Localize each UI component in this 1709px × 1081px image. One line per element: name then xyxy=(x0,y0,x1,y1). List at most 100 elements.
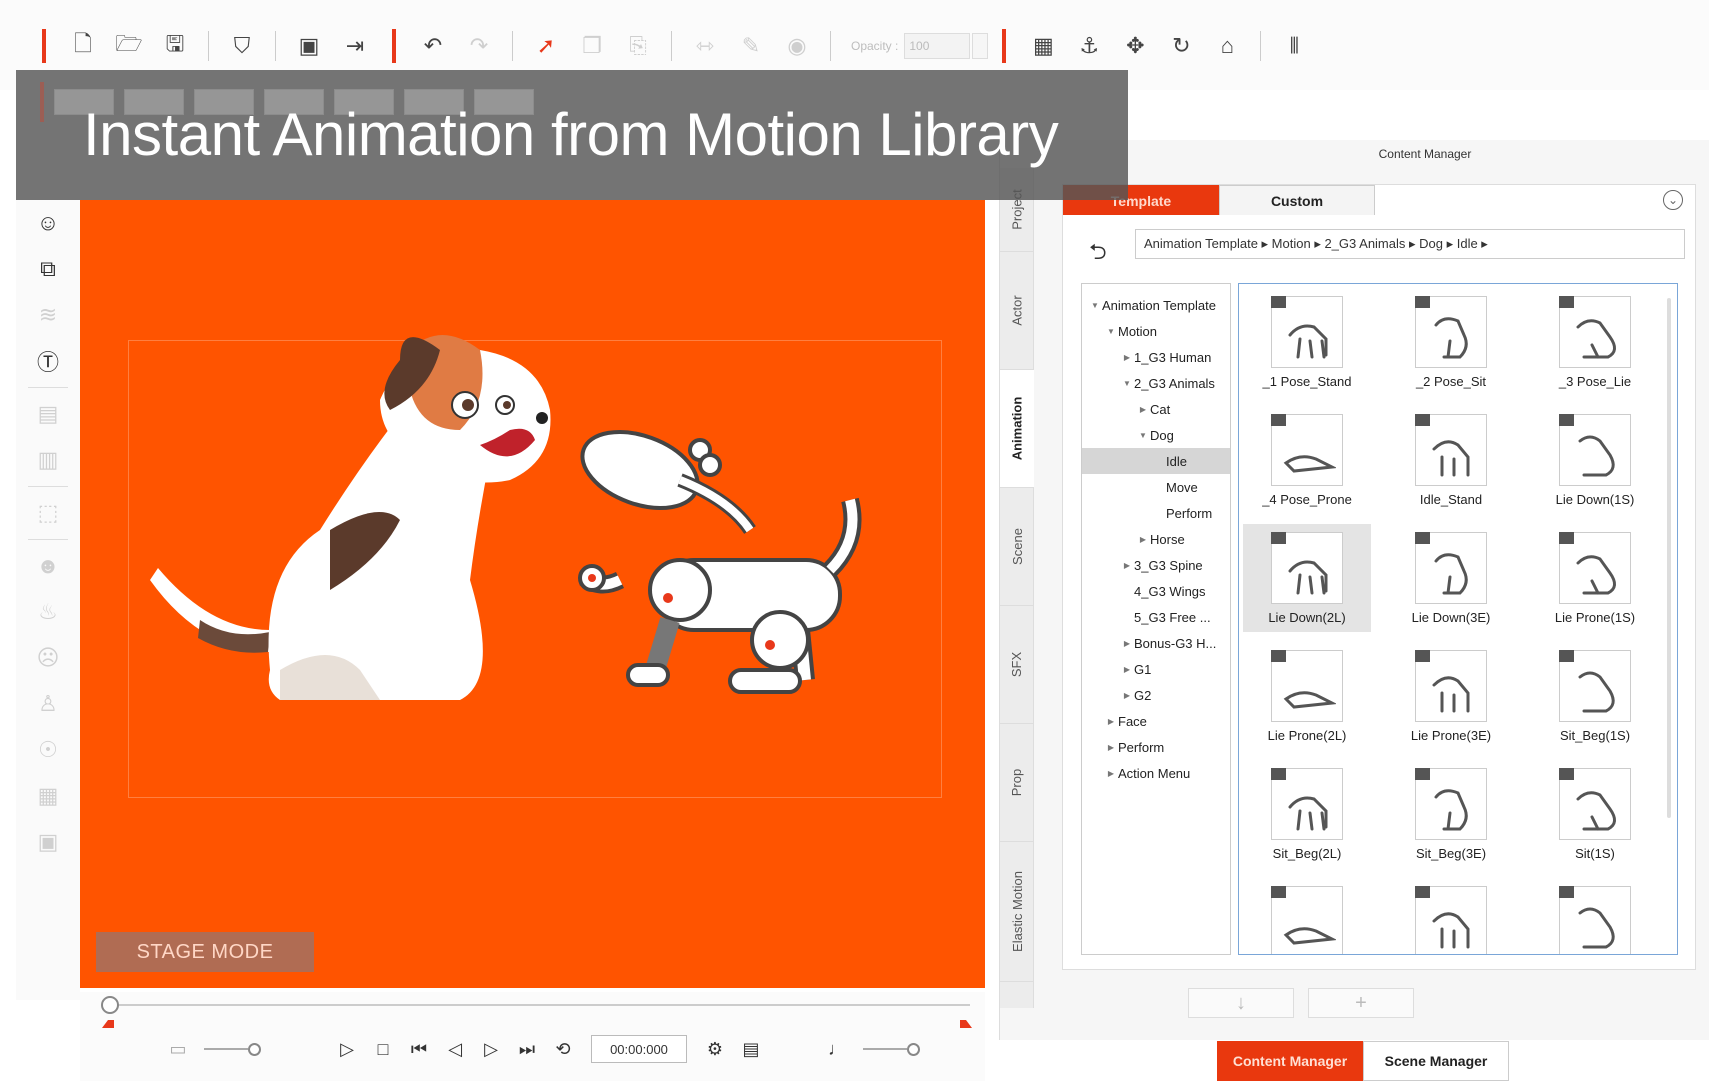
stage-mode-badge[interactable]: STAGE MODE xyxy=(96,932,314,972)
grid-icon[interactable]: ▤ xyxy=(16,391,80,437)
redo-icon[interactable]: ↷ xyxy=(463,30,495,62)
select-arrow-icon[interactable]: ➚ xyxy=(530,30,562,62)
motion-item[interactable] xyxy=(1387,878,1515,954)
next-frame-icon[interactable]: ▷ xyxy=(476,1034,506,1064)
motion-item[interactable]: Lie Prone(2L) xyxy=(1243,642,1371,750)
face-icon[interactable]: ☹ xyxy=(16,635,80,681)
visibility-icon[interactable]: ◉ xyxy=(781,30,813,62)
layers-icon[interactable]: ▣ xyxy=(16,819,80,865)
expand-closed-icon[interactable]: ▶ xyxy=(1104,769,1118,778)
motion-item[interactable]: _4 Pose_Prone xyxy=(1243,406,1371,514)
tree-item[interactable]: ▶ Cat xyxy=(1082,396,1230,422)
text-icon[interactable]: Ⓣ xyxy=(16,338,80,384)
expand-open-icon[interactable]: ▼ xyxy=(1104,327,1118,336)
cartoon-dog[interactable] xyxy=(150,335,551,700)
range-end-marker[interactable] xyxy=(960,1020,972,1028)
tree-item[interactable]: ▶ Action Menu xyxy=(1082,760,1230,786)
timeline-playhead[interactable] xyxy=(101,996,119,1014)
preview-icon[interactable]: ▣ xyxy=(293,30,325,62)
expand-closed-icon[interactable]: ▶ xyxy=(1120,561,1134,570)
export-icon[interactable]: ⇥ xyxy=(339,30,371,62)
motion-item[interactable]: Lie Down(2L) xyxy=(1243,524,1371,632)
motion-item[interactable]: Sit_Beg(2L) xyxy=(1243,760,1371,868)
motion-item[interactable]: Lie Down(1S) xyxy=(1531,406,1659,514)
settings-icon[interactable]: ⚙ xyxy=(700,1034,730,1064)
save-icon[interactable]: 🖫 xyxy=(159,30,191,62)
tree-item[interactable]: ▶ G1 xyxy=(1082,656,1230,682)
tree-item[interactable]: ▶ 1_G3 Human xyxy=(1082,344,1230,370)
opacity-spinner[interactable] xyxy=(972,33,989,59)
motion-item[interactable]: Sit_Beg(3E) xyxy=(1387,760,1515,868)
tree-item[interactable]: ▶ 3_G3 Spine xyxy=(1082,552,1230,578)
expand-closed-icon[interactable]: ▶ xyxy=(1120,691,1134,700)
screen-icon[interactable]: ▤ xyxy=(736,1034,766,1064)
expand-closed-icon[interactable]: ▶ xyxy=(1104,743,1118,752)
add-button[interactable]: + xyxy=(1308,988,1414,1018)
stamp-icon[interactable]: ⎘ xyxy=(622,30,654,62)
tab-content-manager[interactable]: Content Manager xyxy=(1217,1041,1363,1081)
motion-item[interactable]: Sit(1S) xyxy=(1531,760,1659,868)
expand-closed-icon[interactable]: ▶ xyxy=(1136,535,1150,544)
motion-item[interactable]: Idle_Stand xyxy=(1387,406,1515,514)
compose-icon[interactable]: ⧉ xyxy=(16,246,80,292)
last-frame-icon[interactable]: ⏭ xyxy=(512,1034,542,1064)
open-folder-icon[interactable]: 🗁 xyxy=(113,30,145,62)
expand-closed-icon[interactable]: ▶ xyxy=(1120,665,1134,674)
slider-handle[interactable] xyxy=(248,1042,261,1056)
expand-closed-icon[interactable]: ▶ xyxy=(1104,717,1118,726)
tree-item[interactable]: ▼ 2_G3 Animals xyxy=(1082,370,1230,396)
tree-item[interactable]: ▶ Bonus-G3 H... xyxy=(1082,630,1230,656)
new-file-icon[interactable]: 🗋 xyxy=(67,30,99,62)
tree-item[interactable]: ▼ Animation Template xyxy=(1082,292,1230,318)
cart-icon[interactable]: ⛉ xyxy=(226,30,258,62)
3d-icon[interactable]: ⬚ xyxy=(16,490,80,536)
tree-item[interactable]: ▶ Perform xyxy=(1082,734,1230,760)
breadcrumb[interactable]: Animation Template ▸ Motion ▸ 2_G3 Anima… xyxy=(1135,229,1685,259)
tree-item[interactable]: 4_G3 Wings xyxy=(1082,578,1230,604)
table-icon[interactable]: ▦ xyxy=(16,773,80,819)
tab-animation[interactable]: Animation xyxy=(1000,370,1034,488)
motion-item[interactable]: Lie Prone(3E) xyxy=(1387,642,1515,750)
tree-item[interactable]: Move xyxy=(1082,474,1230,500)
tree-item[interactable]: ▶ Face xyxy=(1082,708,1230,734)
home-icon[interactable]: ⌂ xyxy=(1211,30,1243,62)
undo-icon[interactable]: ↶ xyxy=(417,30,449,62)
first-frame-icon[interactable]: ⏮ xyxy=(404,1034,434,1064)
tree-item[interactable]: ▼ Motion xyxy=(1082,318,1230,344)
motion-item[interactable]: _2 Pose_Sit xyxy=(1387,288,1515,396)
speed-slider[interactable] xyxy=(204,1042,261,1056)
anchor-icon[interactable]: ⚓ xyxy=(1073,30,1105,62)
rigged-puppet-dog[interactable] xyxy=(572,418,862,694)
copy-icon[interactable]: ❐ xyxy=(576,30,608,62)
tree-item[interactable]: ▶ Horse xyxy=(1082,526,1230,552)
stage-canvas[interactable]: STAGE MODE xyxy=(80,200,985,988)
opacity-input[interactable]: 100 xyxy=(904,33,971,59)
grid-scrollbar[interactable] xyxy=(1667,298,1671,818)
tree-item[interactable]: ▶ G2 xyxy=(1082,682,1230,708)
timeline-icon[interactable]: ⦀ xyxy=(1278,30,1310,62)
stop-icon[interactable]: □ xyxy=(368,1034,398,1064)
play-icon[interactable]: ▷ xyxy=(332,1034,362,1064)
expand-open-icon[interactable]: ▼ xyxy=(1120,379,1134,388)
tab-scene-manager[interactable]: Scene Manager xyxy=(1363,1041,1509,1081)
expand-closed-icon[interactable]: ▶ xyxy=(1120,353,1134,362)
tree-item[interactable]: ▼ Dog xyxy=(1082,422,1230,448)
flip-icon[interactable]: ⇿ xyxy=(689,30,721,62)
download-button[interactable]: ↓ xyxy=(1188,988,1294,1018)
timeline-track[interactable] xyxy=(108,1004,970,1006)
head-icon[interactable]: ☻ xyxy=(16,543,80,589)
tab-custom[interactable]: Custom xyxy=(1219,185,1375,215)
tab-scene[interactable]: Scene xyxy=(1000,488,1034,606)
motion-item[interactable]: Sit_Beg(1S) xyxy=(1531,642,1659,750)
volume-slider[interactable] xyxy=(863,1042,920,1056)
tab-elastic-motion[interactable]: Elastic Motion xyxy=(1000,842,1034,982)
profile-icon[interactable]: ☉ xyxy=(16,727,80,773)
motion-item[interactable]: Lie Down(3E) xyxy=(1387,524,1515,632)
chevron-down-icon[interactable]: ⌄ xyxy=(1663,190,1683,210)
brush-icon[interactable]: ✎ xyxy=(735,30,767,62)
expand-closed-icon[interactable]: ▶ xyxy=(1136,405,1150,414)
tree-item[interactable]: Perform xyxy=(1082,500,1230,526)
tab-sfx[interactable]: SFX xyxy=(1000,606,1034,724)
motion-item[interactable]: _3 Pose_Lie xyxy=(1531,288,1659,396)
motion-item[interactable]: Lie Prone(1S) xyxy=(1531,524,1659,632)
